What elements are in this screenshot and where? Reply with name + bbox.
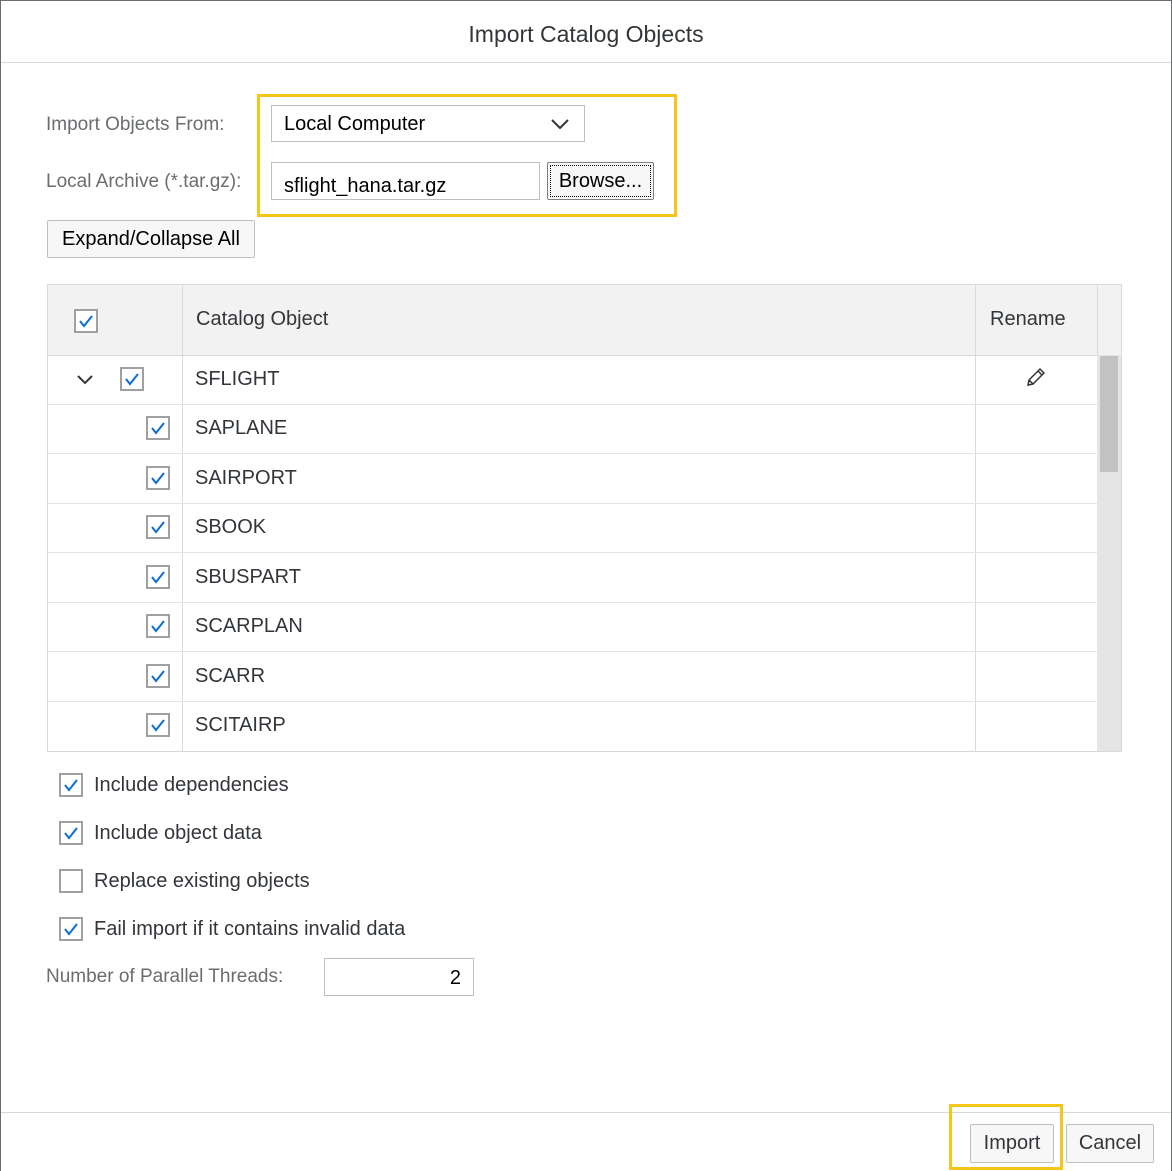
table-row-schema[interactable]: SFLIGHT — [48, 355, 1097, 405]
row-checkbox[interactable] — [146, 515, 170, 539]
row-checkbox[interactable] — [146, 466, 170, 490]
archive-file-value: sflight_hana.tar.gz — [284, 175, 447, 197]
row-checkbox[interactable] — [120, 367, 144, 391]
checkmark-icon — [151, 422, 165, 435]
import-from-label: Import Objects From: — [46, 114, 225, 135]
catalog-object-name: SCITAIRP — [195, 714, 286, 736]
select-all-checkbox[interactable] — [74, 309, 98, 333]
catalog-object-name: SAIRPORT — [195, 467, 297, 489]
row-checkbox[interactable] — [146, 416, 170, 440]
archive-file-input[interactable]: sflight_hana.tar.gz — [271, 162, 540, 200]
checkmark-icon — [79, 315, 93, 328]
checkmark-icon — [151, 472, 165, 485]
column-header-catalog-object[interactable]: Catalog Object — [196, 308, 328, 331]
parallel-threads-input[interactable]: 2 — [324, 958, 474, 996]
table-row[interactable]: SCARR — [48, 652, 1097, 702]
catalog-objects-table: Catalog Object Rename SFLIGHT SAPLANE SA… — [47, 284, 1122, 752]
catalog-object-name: SCARPLAN — [195, 615, 303, 637]
chevron-down-icon — [551, 119, 569, 130]
table-row[interactable]: SCITAIRP — [48, 701, 1097, 750]
pencil-icon[interactable] — [1025, 366, 1047, 388]
row-checkbox[interactable] — [146, 614, 170, 638]
table-header: Catalog Object Rename — [48, 285, 1121, 356]
parallel-threads-value: 2 — [449, 967, 461, 989]
table-scrollbar-thumb[interactable] — [1100, 356, 1118, 472]
column-divider — [1097, 285, 1098, 355]
checkmark-icon — [125, 373, 139, 386]
parallel-threads-label: Number of Parallel Threads: — [46, 966, 284, 987]
catalog-object-name: SBUSPART — [195, 566, 301, 588]
catalog-object-name: SAPLANE — [195, 417, 288, 439]
cancel-button[interactable]: Cancel — [1066, 1124, 1154, 1163]
fail-import-invalid-data-checkbox[interactable] — [59, 917, 83, 941]
dialog-title: Import Catalog Objects — [1, 1, 1171, 63]
replace-existing-objects-label[interactable]: Replace existing objects — [94, 870, 310, 893]
catalog-object-name: SBOOK — [195, 516, 267, 538]
schema-name: SFLIGHT — [195, 368, 280, 390]
table-row[interactable]: SAIRPORT — [48, 454, 1097, 504]
checkmark-icon — [151, 571, 165, 584]
include-dependencies-checkbox[interactable] — [59, 773, 83, 797]
checkmark-icon — [151, 620, 165, 633]
row-checkbox[interactable] — [146, 565, 170, 589]
catalog-object-name: SCARR — [195, 665, 266, 687]
fail-import-invalid-data-label[interactable]: Fail import if it contains invalid data — [94, 918, 405, 941]
replace-existing-objects-checkbox[interactable] — [59, 869, 83, 893]
table-row[interactable]: SBUSPART — [48, 553, 1097, 603]
column-header-rename[interactable]: Rename — [990, 308, 1066, 331]
include-object-data-checkbox[interactable] — [59, 821, 83, 845]
checkmark-icon — [64, 827, 78, 840]
include-dependencies-label[interactable]: Include dependencies — [94, 774, 289, 797]
import-from-select[interactable]: Local Computer — [271, 105, 585, 142]
table-row[interactable]: SCARPLAN — [48, 602, 1097, 652]
import-button[interactable]: Import — [970, 1124, 1054, 1163]
checkmark-icon — [151, 521, 165, 534]
archive-label: Local Archive (*.tar.gz): — [46, 171, 242, 192]
row-checkbox[interactable] — [146, 664, 170, 688]
row-checkbox[interactable] — [146, 713, 170, 737]
import-from-value: Local Computer — [284, 113, 426, 135]
checkmark-icon — [151, 670, 165, 683]
checkmark-icon — [64, 779, 78, 792]
checkmark-icon — [151, 719, 165, 732]
table-row[interactable]: SBOOK — [48, 503, 1097, 553]
table-row[interactable]: SAPLANE — [48, 404, 1097, 454]
expand-collapse-all-button[interactable]: Expand/Collapse All — [47, 220, 255, 258]
browse-button[interactable]: Browse... — [547, 162, 654, 200]
chevron-down-icon[interactable] — [76, 373, 94, 387]
import-catalog-dialog: Import Catalog Objects Import Objects Fr… — [0, 0, 1172, 1171]
checkmark-icon — [64, 923, 78, 936]
include-object-data-label[interactable]: Include object data — [94, 822, 262, 845]
